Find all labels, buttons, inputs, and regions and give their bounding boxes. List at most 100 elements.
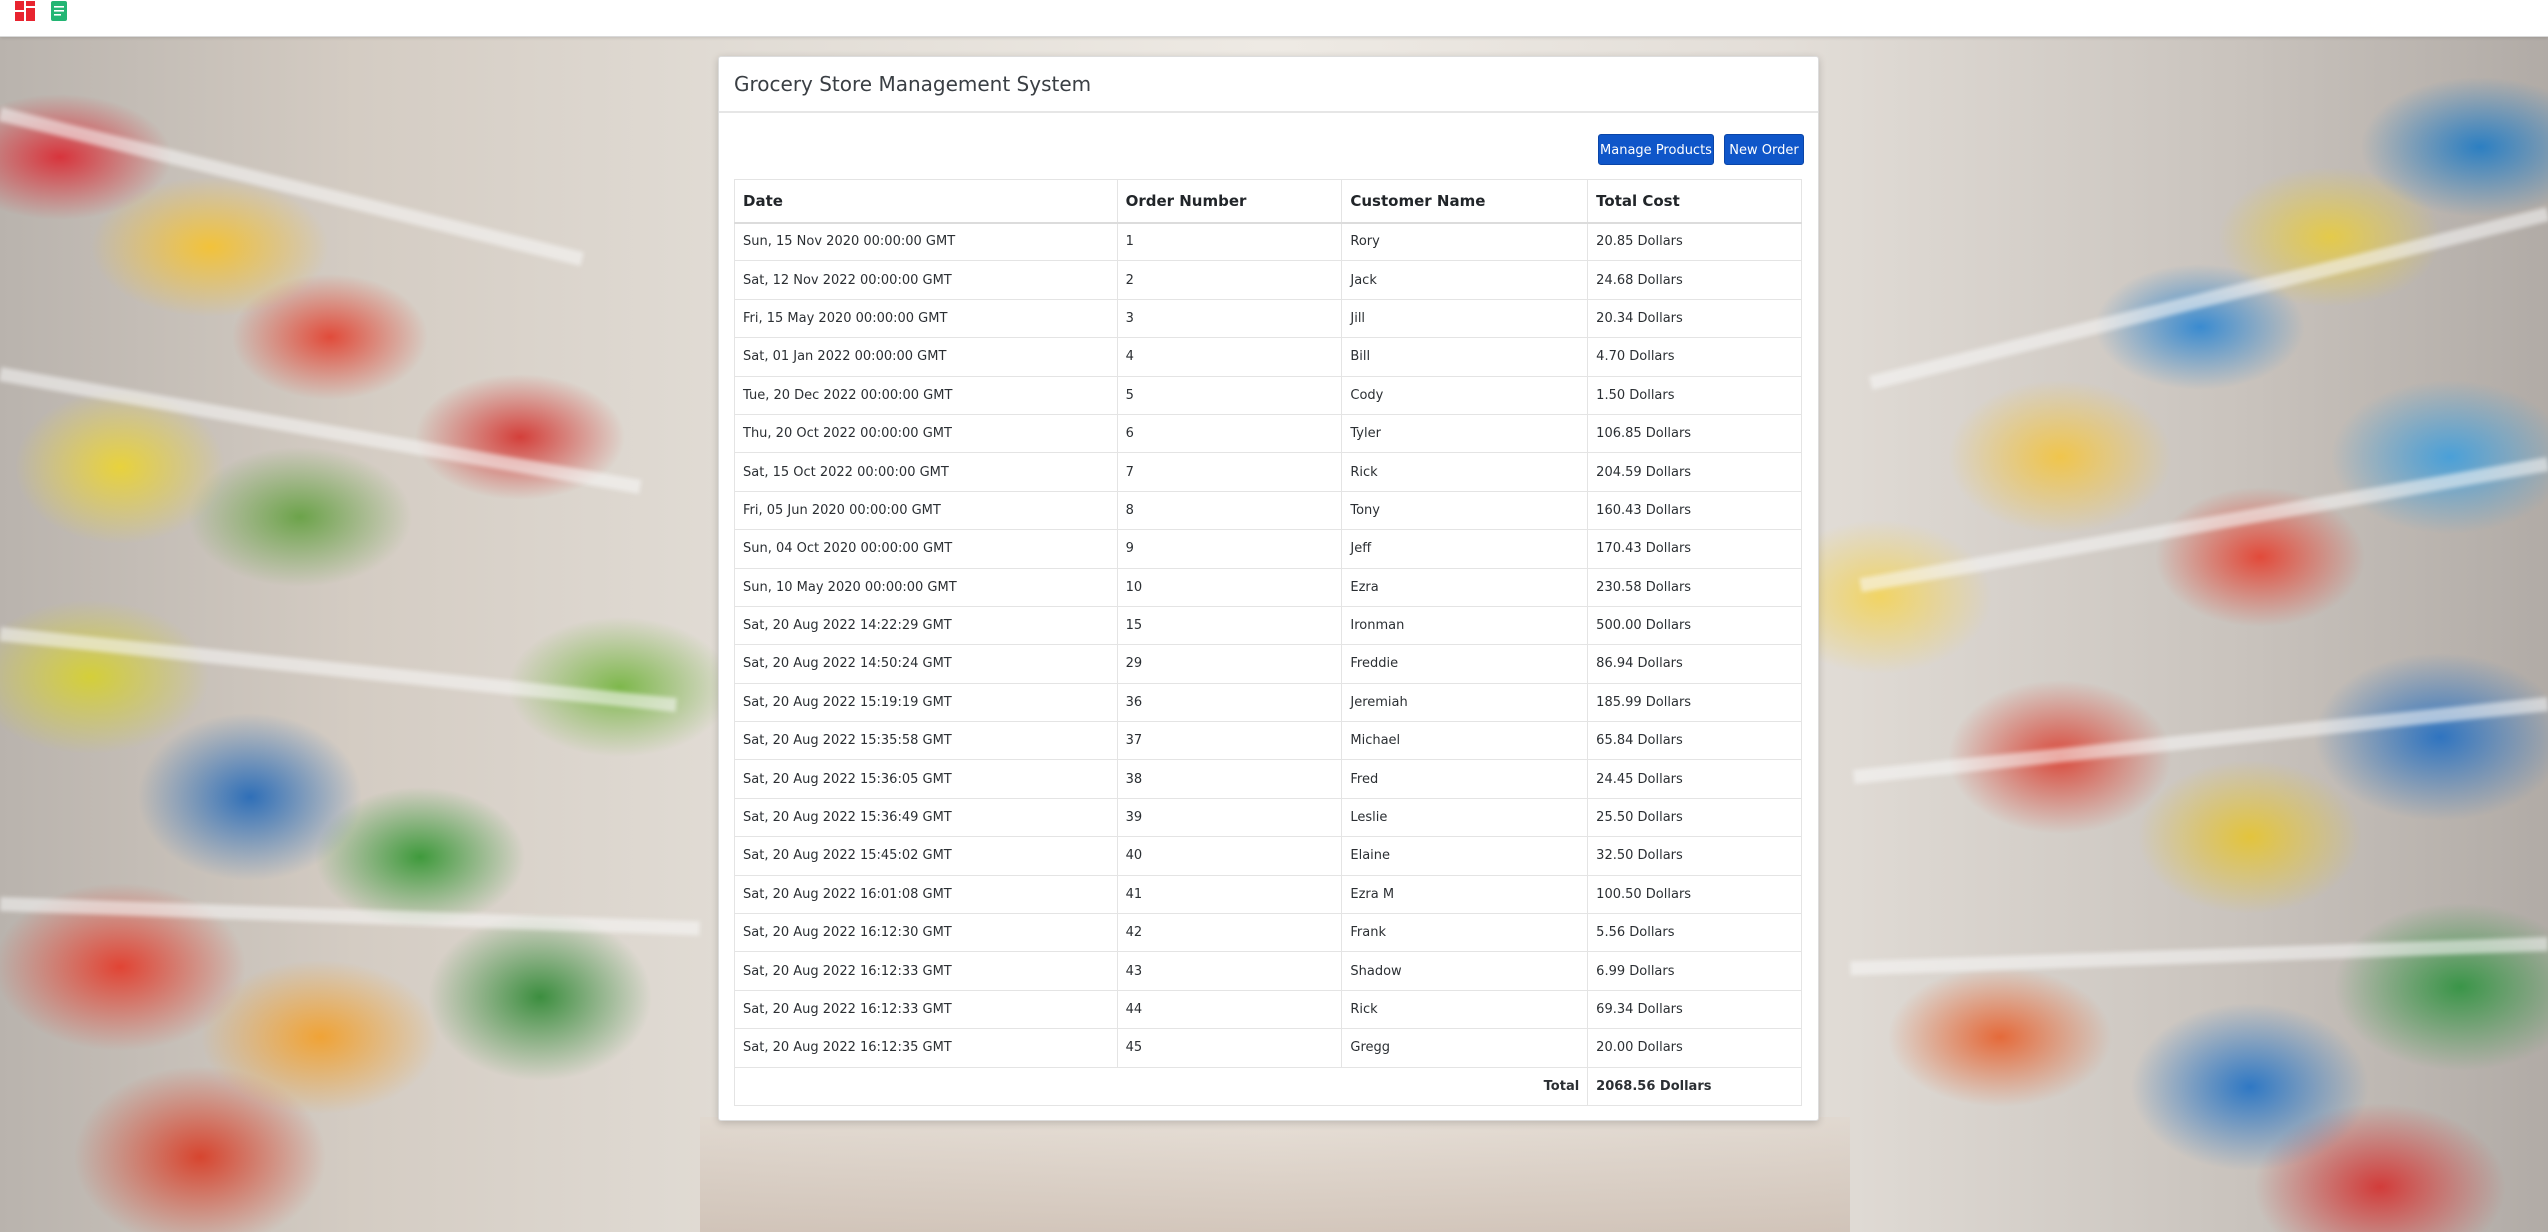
cell-date: Sat, 20 Aug 2022 15:36:49 GMT [734, 797, 1118, 838]
cell-date: Sat, 20 Aug 2022 16:12:30 GMT [734, 913, 1118, 953]
page-title: Grocery Store Management System [734, 72, 1092, 96]
cell-customer-name: Jeff [1341, 529, 1589, 569]
cell-order-number: 10 [1116, 567, 1343, 607]
cell-date: Sat, 20 Aug 2022 15:36:05 GMT [734, 759, 1118, 799]
cell-order-number: 8 [1116, 490, 1343, 531]
cell-customer-name: Ezra [1341, 567, 1589, 607]
table-row: Sat, 15 Oct 2022 00:00:00 GMT 7 Rick 204.59… [734, 452, 1802, 492]
cell-customer-name: Frank [1341, 913, 1589, 953]
action-buttons: Manage Products New Order [1598, 134, 1804, 165]
cell-order-number: 6 [1116, 413, 1343, 454]
new-order-button[interactable]: New Order [1724, 134, 1804, 165]
cell-order-number: 15 [1116, 605, 1343, 646]
cell-customer-name: Freddie [1341, 644, 1589, 684]
background-floor [700, 1117, 1850, 1232]
table-row: Sat, 01 Jan 2022 00:00:00 GMT 4 Bill 4.70 D… [734, 337, 1802, 377]
top-toolbar [0, 0, 2548, 37]
table-row: Sat, 20 Aug 2022 16:01:08 GMT 41 Ezra M 100… [734, 874, 1802, 915]
cell-date: Fri, 05 Jun 2020 00:00:00 GMT [734, 490, 1118, 531]
table-row: Sat, 20 Aug 2022 16:12:33 GMT 44 Rick 69.34… [734, 989, 1802, 1030]
cell-customer-name: Ezra M [1341, 874, 1589, 915]
cell-customer-name: Gregg [1341, 1028, 1589, 1068]
panel-heading: Grocery Store Management System [719, 57, 1818, 113]
cell-total-cost: 5.56 Dollars [1587, 913, 1802, 953]
table-row: Sun, 15 Nov 2020 00:00:00 GMT 1 Rory 20.85 … [734, 221, 1802, 262]
cell-total-cost: 25.50 Dollars [1587, 797, 1802, 838]
cell-total-cost: 20.34 Dollars [1587, 298, 1802, 339]
cell-total-cost: 24.45 Dollars [1587, 759, 1802, 799]
table-row: Sat, 20 Aug 2022 15:19:19 GMT 36 Jeremiah 1… [734, 682, 1802, 723]
cell-total-cost: 170.43 Dollars [1587, 529, 1802, 569]
cell-order-number: 2 [1116, 260, 1343, 300]
cell-customer-name: Michael [1341, 721, 1589, 761]
table-row: Sat, 20 Aug 2022 15:36:49 GMT 39 Leslie 25.… [734, 797, 1802, 838]
document-icon[interactable] [48, 0, 70, 22]
cell-customer-name: Rick [1341, 989, 1589, 1030]
cell-order-number: 45 [1116, 1028, 1343, 1068]
cell-date: Sat, 20 Aug 2022 14:50:24 GMT [734, 644, 1118, 684]
cell-order-number: 3 [1116, 298, 1343, 339]
cell-customer-name: Tyler [1341, 413, 1589, 454]
cell-customer-name: Rick [1341, 452, 1589, 492]
cell-date: Sat, 20 Aug 2022 16:12:33 GMT [734, 951, 1118, 991]
table-row: Sat, 20 Aug 2022 14:50:24 GMT 29 Freddie 86… [734, 644, 1802, 684]
cell-order-number: 4 [1116, 337, 1343, 377]
cell-date: Tue, 20 Dec 2022 00:00:00 GMT [734, 375, 1118, 415]
cell-order-number: 37 [1116, 721, 1343, 761]
column-header-customer-name: Customer Name [1341, 179, 1589, 224]
table-row: Sun, 04 Oct 2020 00:00:00 GMT 9 Jeff 170.43… [734, 529, 1802, 569]
cell-order-number: 29 [1116, 644, 1343, 684]
cell-customer-name: Leslie [1341, 797, 1589, 838]
cell-total-cost: 65.84 Dollars [1587, 721, 1802, 761]
column-header-total-cost: Total Cost [1587, 179, 1802, 224]
total-label: Total [733, 1066, 1589, 1106]
table-row: Sat, 20 Aug 2022 15:36:05 GMT 38 Fred 24.45… [734, 759, 1802, 799]
cell-date: Sat, 20 Aug 2022 14:22:29 GMT [734, 605, 1118, 646]
cell-customer-name: Jill [1341, 298, 1589, 339]
cell-date: Sat, 12 Nov 2022 00:00:00 GMT [734, 260, 1118, 300]
cell-customer-name: Elaine [1341, 836, 1589, 876]
table-row: Sun, 10 May 2020 00:00:00 GMT 10 Ezra 230.5… [734, 567, 1802, 607]
cell-date: Thu, 20 Oct 2022 00:00:00 GMT [734, 413, 1118, 454]
table-row: Sat, 20 Aug 2022 16:12:33 GMT 43 Shadow 6.9… [734, 951, 1802, 991]
cell-order-number: 7 [1116, 452, 1343, 492]
cell-total-cost: 500.00 Dollars [1587, 605, 1802, 646]
cell-date: Sun, 10 May 2020 00:00:00 GMT [734, 567, 1118, 607]
cell-customer-name: Bill [1341, 337, 1589, 377]
cell-total-cost: 69.34 Dollars [1587, 989, 1802, 1030]
cell-date: Sun, 04 Oct 2020 00:00:00 GMT [734, 529, 1118, 569]
table-row: Tue, 20 Dec 2022 00:00:00 GMT 5 Cody 1.50 D… [734, 375, 1802, 415]
table-header-row: Date Order Number Customer Name Total Co… [734, 179, 1802, 224]
cell-date: Fri, 15 May 2020 00:00:00 GMT [734, 298, 1118, 339]
cell-order-number: 38 [1116, 759, 1343, 799]
grid-apps-icon[interactable] [14, 0, 36, 22]
table-row: Sat, 20 Aug 2022 15:35:58 GMT 37 Michael 65… [734, 721, 1802, 761]
table-row: Thu, 20 Oct 2022 00:00:00 GMT 6 Tyler 106.8… [734, 413, 1802, 454]
cell-customer-name: Jeremiah [1341, 682, 1589, 723]
cell-customer-name: Shadow [1341, 951, 1589, 991]
cell-order-number: 41 [1116, 874, 1343, 915]
cell-total-cost: 230.58 Dollars [1587, 567, 1802, 607]
cell-date: Sat, 20 Aug 2022 16:01:08 GMT [734, 874, 1118, 915]
column-header-date: Date [734, 179, 1118, 224]
cell-date: Sat, 20 Aug 2022 16:12:33 GMT [734, 989, 1118, 1030]
cell-order-number: 39 [1116, 797, 1343, 838]
cell-total-cost: 100.50 Dollars [1587, 874, 1802, 915]
cell-customer-name: Fred [1341, 759, 1589, 799]
cell-customer-name: Rory [1341, 221, 1589, 262]
orders-table: Date Order Number Customer Name Total Co… [733, 179, 1802, 1106]
total-value: 2068.56 Dollars [1587, 1066, 1802, 1106]
cell-date: Sat, 01 Jan 2022 00:00:00 GMT [734, 337, 1118, 377]
cell-customer-name: Cody [1341, 375, 1589, 415]
cell-customer-name: Tony [1341, 490, 1589, 531]
cell-total-cost: 1.50 Dollars [1587, 375, 1802, 415]
table-row: Sat, 20 Aug 2022 14:22:29 GMT 15 Ironman 50… [734, 605, 1802, 646]
cell-order-number: 42 [1116, 913, 1343, 953]
cell-total-cost: 4.70 Dollars [1587, 337, 1802, 377]
table-row: Sat, 12 Nov 2022 00:00:00 GMT 2 Jack 24.68 … [734, 260, 1802, 300]
cell-total-cost: 185.99 Dollars [1587, 682, 1802, 723]
table-row: Sat, 20 Aug 2022 16:12:35 GMT 45 Gregg 20.0… [734, 1028, 1802, 1068]
cell-total-cost: 20.85 Dollars [1587, 221, 1802, 262]
cell-total-cost: 86.94 Dollars [1587, 644, 1802, 684]
manage-products-button[interactable]: Manage Products [1598, 134, 1714, 165]
